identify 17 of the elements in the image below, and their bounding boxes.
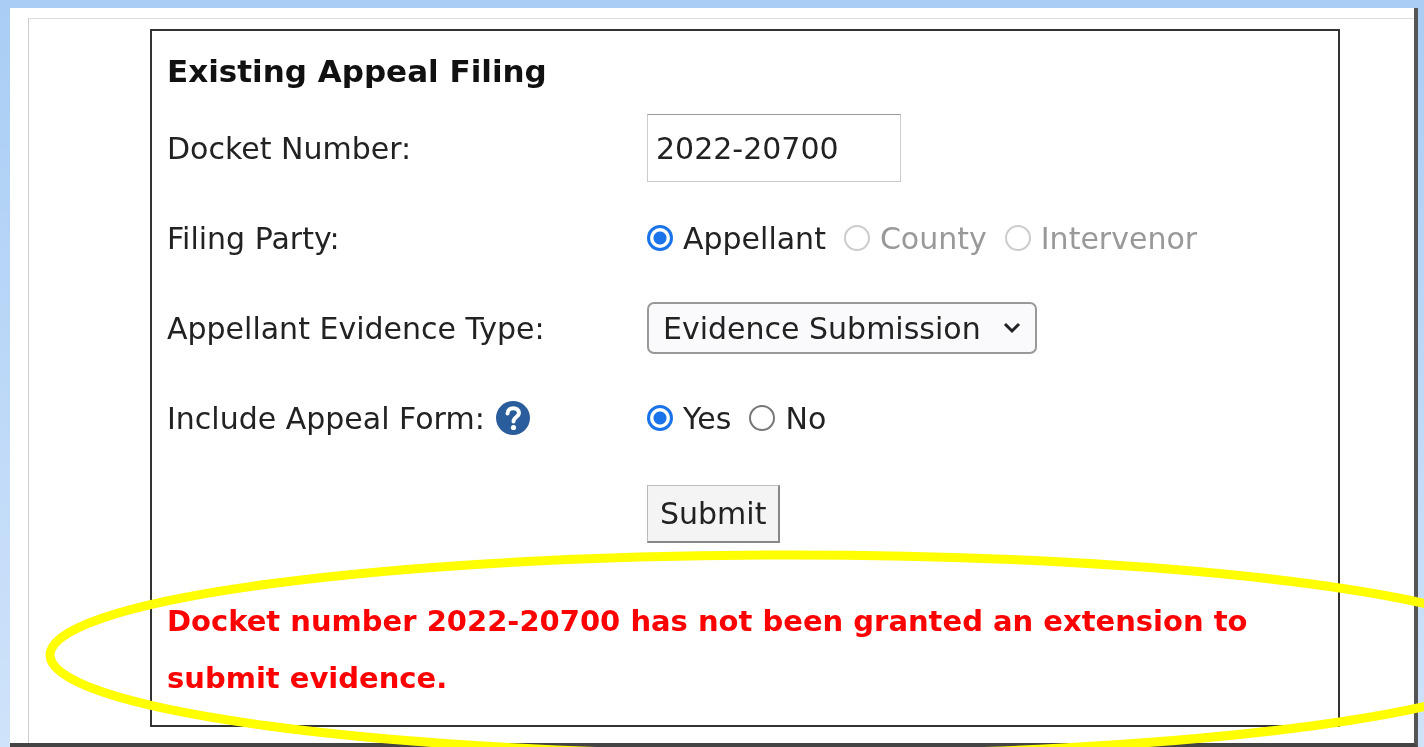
submit-button[interactable]: Submit	[647, 485, 781, 543]
radio-label[interactable]: Appellant	[683, 220, 826, 256]
radio-button[interactable]	[749, 405, 776, 431]
field-label: Include Appeal Form:	[167, 400, 485, 436]
field-label: Appellant Evidence Type:	[167, 310, 545, 346]
help-icon[interactable]	[494, 400, 531, 436]
evidence-type-dropdown[interactable]: Evidence Submission	[647, 302, 1037, 354]
form-title: Existing Appeal Filing	[167, 53, 548, 89]
chevron-icon	[1002, 322, 1021, 334]
radio-label[interactable]: No	[785, 400, 827, 436]
docket-number-field[interactable]: 2022-20700	[647, 114, 901, 182]
radio-button[interactable]	[647, 405, 673, 431]
radio-button[interactable]	[647, 225, 673, 251]
field-label: Filing Party:	[167, 220, 340, 256]
radio-label[interactable]: Yes	[683, 400, 732, 436]
field-label: Docket Number:	[167, 130, 412, 166]
error-message: Docket number 2022-20700 has not been granted an extension to submit evidence.	[167, 603, 1249, 697]
